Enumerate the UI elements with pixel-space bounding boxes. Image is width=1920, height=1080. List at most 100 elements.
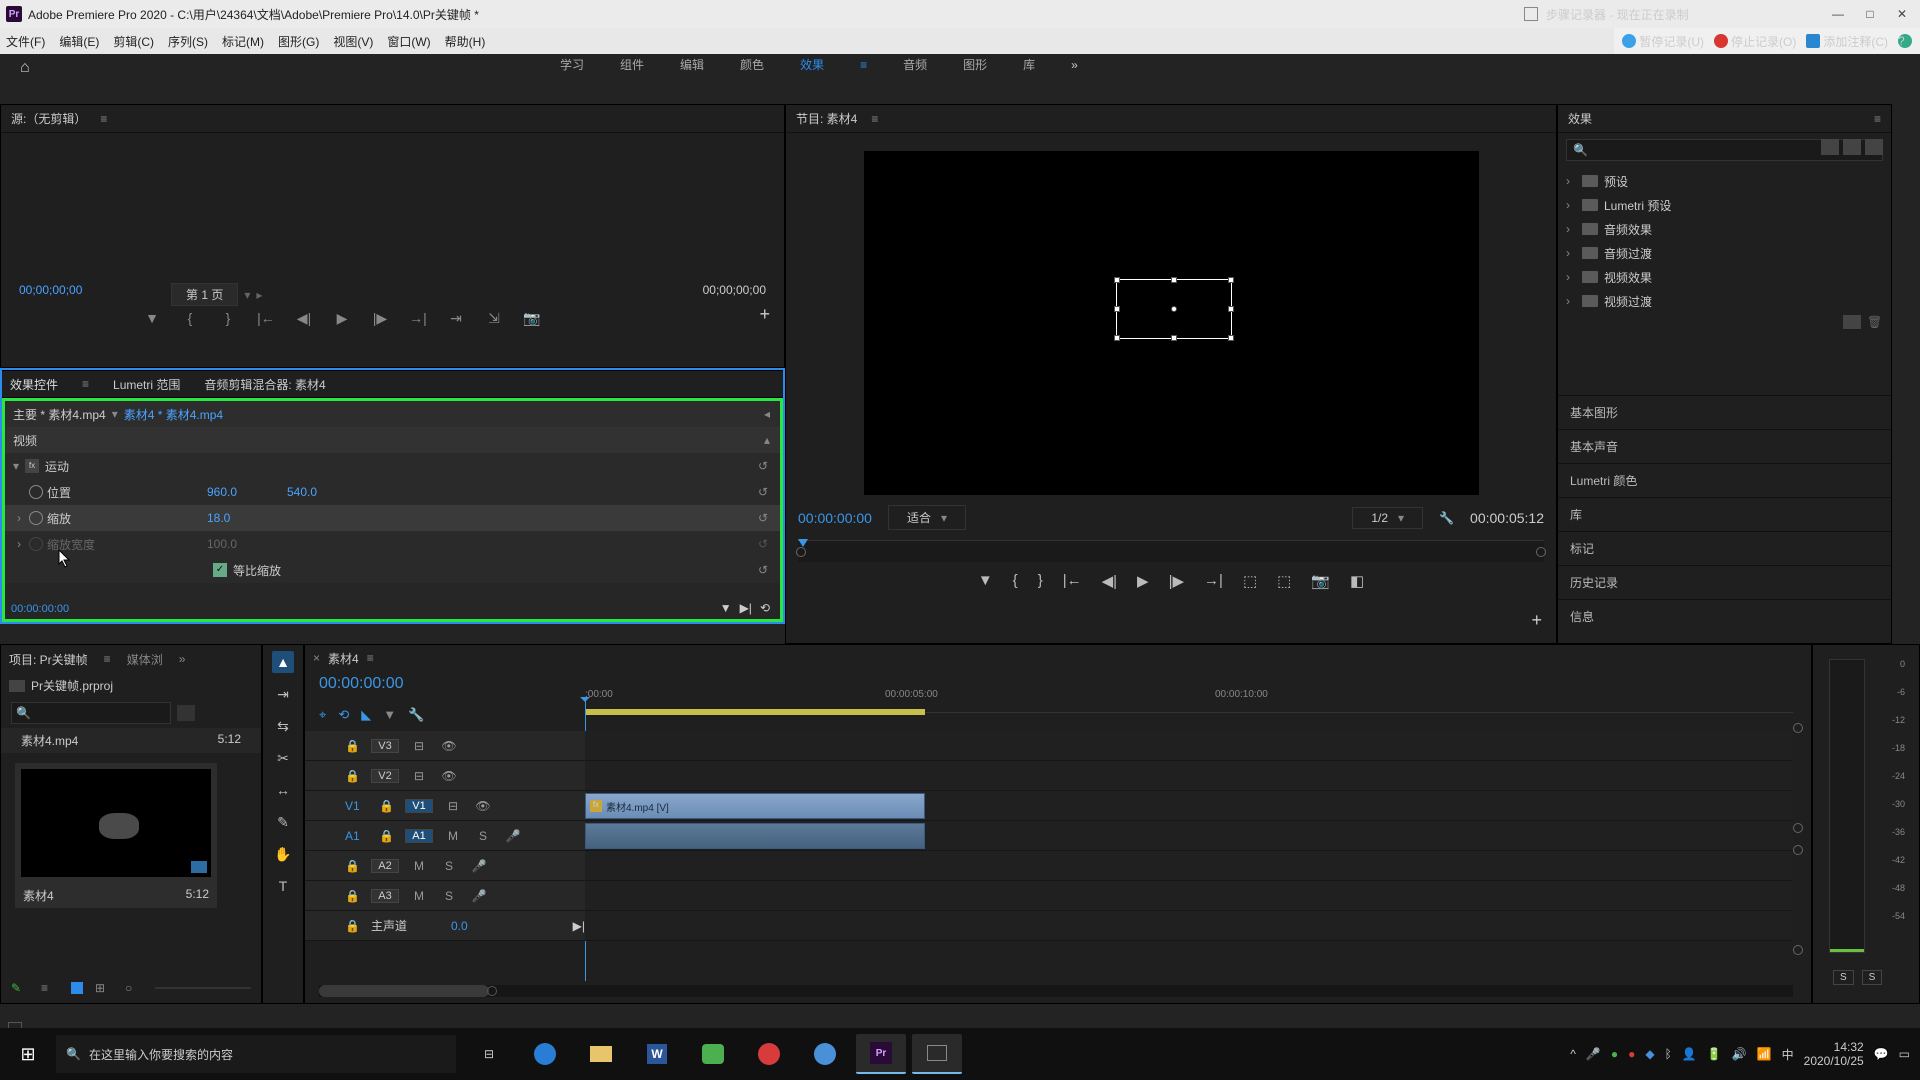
panel-menu-icon[interactable]: ≡ <box>82 377 89 391</box>
pen-tool[interactable]: ✎ <box>272 811 294 833</box>
lock-icon[interactable]: 🔒 <box>345 769 361 783</box>
resolution-dropdown[interactable]: 1/2▾ <box>1352 507 1423 529</box>
snap-icon[interactable]: ⌖ <box>319 707 326 723</box>
fx-audio-transitions-folder[interactable]: ›音频过渡 <box>1566 241 1883 265</box>
hand-tool[interactable]: ✋ <box>272 843 294 865</box>
settings-wrench-icon[interactable]: 🔧 <box>1439 511 1454 525</box>
add-marker-icon[interactable]: ▼ <box>978 572 993 590</box>
lock-icon[interactable]: 🔒 <box>345 919 361 933</box>
lumetri-color-tab[interactable]: Lumetri 颜色 <box>1558 463 1891 497</box>
home-button[interactable]: ⌂ <box>20 59 30 77</box>
effect-controls-tab[interactable]: 效果控件 <box>10 376 58 393</box>
zoom-slider-track[interactable] <box>155 987 251 989</box>
vertical-scroll-a[interactable] <box>1793 845 1803 855</box>
mark-out-icon[interactable]: } <box>217 310 239 327</box>
workspace-assembly[interactable]: 组件 <box>620 56 644 73</box>
source-timecode-in[interactable]: 00;00;00;00 <box>19 283 82 297</box>
program-playhead[interactable] <box>798 539 808 547</box>
timeline-ruler[interactable]: :00:00 00:00:05:00 00:00:10:00 <box>585 687 1793 713</box>
menu-clip[interactable]: 剪辑(C) <box>113 33 154 50</box>
track-label[interactable]: V1 <box>405 799 433 813</box>
track-label[interactable]: A2 <box>371 859 399 873</box>
zoom-slider-knob[interactable]: ○ <box>125 981 143 995</box>
track-visibility-icon[interactable]: 👁 <box>439 739 459 753</box>
extract-icon[interactable]: ⬚ <box>1277 572 1291 590</box>
recorder-stop-button[interactable]: 停止记录(O) <box>1714 33 1796 50</box>
fx-video-effects-folder[interactable]: ›视频效果 <box>1566 265 1883 289</box>
voiceover-icon[interactable]: 🎤 <box>503 829 523 843</box>
play-icon[interactable]: ▶ <box>331 310 353 327</box>
action-center-icon[interactable]: 💬 <box>1874 1047 1889 1061</box>
workspace-libraries[interactable]: 库 <box>1023 56 1035 73</box>
go-to-end-icon[interactable]: ▶| <box>573 919 585 933</box>
collapse-icon[interactable]: ▴ <box>764 433 770 447</box>
source-tab[interactable]: 源:（无剪辑） <box>11 110 86 127</box>
recorder-close-button[interactable]: ✕ <box>1890 7 1914 21</box>
tray-volume-icon[interactable]: 🔊 <box>1732 1047 1747 1061</box>
program-tab[interactable]: 节目: 素材4 <box>796 110 857 127</box>
step-back-icon[interactable]: ◀| <box>293 310 315 327</box>
menu-markers[interactable]: 标记(M) <box>222 33 264 50</box>
timeline-settings-icon[interactable]: ▼ <box>383 707 396 723</box>
reset-uniform-icon[interactable]: ↺ <box>758 563 768 577</box>
solo-icon[interactable]: S <box>439 889 459 903</box>
menu-edit[interactable]: 编辑(E) <box>59 33 99 50</box>
history-tab[interactable]: 历史记录 <box>1558 565 1891 599</box>
menu-view[interactable]: 视图(V) <box>333 33 373 50</box>
tray-overflow-icon[interactable]: ^ <box>1570 1047 1576 1061</box>
source-button-editor[interactable]: + <box>759 304 770 325</box>
go-to-out-icon[interactable]: →| <box>1204 572 1223 590</box>
source-page-selector[interactable]: 第 1 页▾▸ <box>171 283 262 306</box>
taskbar-search-box[interactable]: 🔍 在这里输入你要搜索的内容 <box>56 1035 456 1073</box>
program-panel-menu-icon[interactable]: ≡ <box>871 112 878 126</box>
go-to-out-icon[interactable]: →| <box>407 310 429 327</box>
type-tool[interactable]: T <box>272 875 294 897</box>
tray-wifi-icon[interactable]: 📶 <box>1757 1047 1772 1061</box>
audio-clip-mixer-tab[interactable]: 音频剪辑混合器: 素材4 <box>204 376 325 393</box>
fx-presets-folder[interactable]: ›预设 <box>1566 169 1883 193</box>
position-property-row[interactable]: 位置 960.0 540.0 ↺ <box>5 479 780 505</box>
recorder-minimize-button[interactable]: — <box>1826 7 1850 21</box>
solo-icon[interactable]: S <box>473 829 493 843</box>
taskbar-premiere[interactable]: Pr <box>856 1034 906 1074</box>
menu-sequence[interactable]: 序列(S) <box>168 33 208 50</box>
trash-icon[interactable]: 🗑 <box>1867 315 1881 329</box>
program-timecode[interactable]: 00:00:00:00 <box>798 510 872 526</box>
workspace-overflow-button[interactable]: » <box>1071 58 1078 72</box>
lock-icon[interactable]: 🔒 <box>379 799 395 813</box>
source-patch-v1[interactable]: V1 <box>345 799 369 813</box>
workspace-graphics[interactable]: 图形 <box>963 56 987 73</box>
taskbar-app-5[interactable] <box>744 1034 794 1074</box>
solo-icon[interactable]: S <box>439 859 459 873</box>
tray-battery-icon[interactable]: 🔋 <box>1707 1047 1722 1061</box>
position-y-value[interactable]: 540.0 <box>287 485 367 499</box>
reset-motion-icon[interactable]: ↺ <box>758 459 768 473</box>
insert-icon[interactable]: ⇥ <box>445 310 467 327</box>
go-to-in-icon[interactable]: |← <box>1063 572 1082 590</box>
motion-effect-row[interactable]: ▾ fx 运动 ↺ <box>5 453 780 479</box>
scroll-thumb[interactable] <box>319 985 489 997</box>
step-back-icon[interactable]: ◀| <box>1102 572 1117 590</box>
source-patch-a1[interactable]: A1 <box>345 829 369 843</box>
lock-icon[interactable]: 🔒 <box>345 739 361 753</box>
markers-tab[interactable]: 标记 <box>1558 531 1891 565</box>
taskbar-clock[interactable]: 14:322020/10/25 <box>1804 1040 1864 1068</box>
export-frame-icon[interactable]: 📷 <box>1311 572 1330 590</box>
timeline-toggle-icon[interactable]: ◂ <box>764 407 770 421</box>
track-label[interactable]: V2 <box>371 769 399 783</box>
ripple-edit-tool[interactable]: ⇆ <box>272 715 294 737</box>
track-label[interactable]: A1 <box>405 829 433 843</box>
recorder-help-button[interactable]: ? <box>1898 34 1912 48</box>
tray-wechat-icon[interactable]: ● <box>1611 1047 1618 1061</box>
reset-position-icon[interactable]: ↺ <box>758 485 768 499</box>
close-sequence-icon[interactable]: × <box>313 651 320 665</box>
video-clip[interactable]: fx素材4.mp4 [V] <box>585 793 925 819</box>
track-select-tool[interactable]: ⇥ <box>272 683 294 705</box>
fx-audio-effects-folder[interactable]: ›音频效果 <box>1566 217 1883 241</box>
loop-icon[interactable]: ⟲ <box>760 601 770 615</box>
media-browser-tab[interactable]: 媒体浏 <box>127 651 163 668</box>
work-area-bar[interactable] <box>585 709 925 715</box>
track-visibility-icon[interactable]: 👁 <box>473 799 493 813</box>
overwrite-icon[interactable]: ⇲ <box>483 310 505 327</box>
workspace-learn[interactable]: 学习 <box>560 56 584 73</box>
